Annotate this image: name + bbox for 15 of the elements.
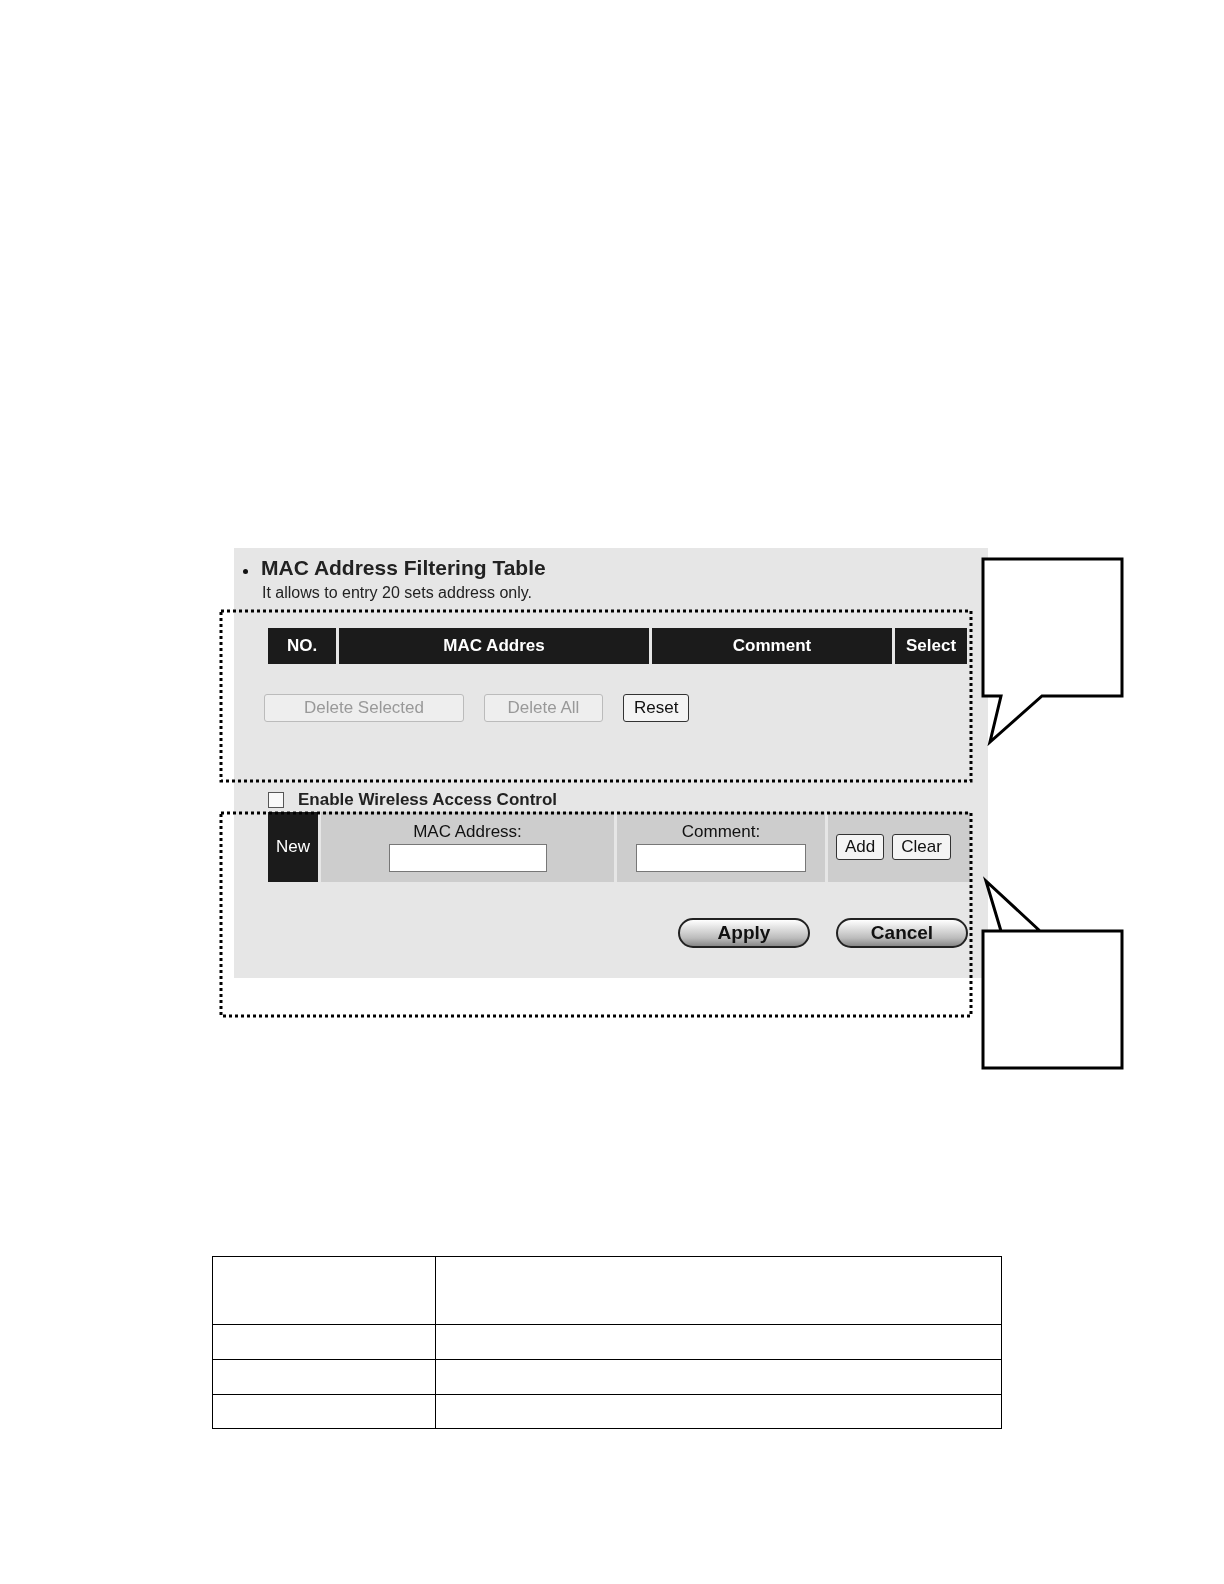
action-button[interactable]: Apply — [678, 918, 810, 948]
column-header: MAC Addres — [339, 628, 649, 664]
row-label: New — [268, 812, 318, 882]
panel-note: It allows to entry 20 sets address only. — [262, 584, 534, 602]
entry-button[interactable]: Add — [836, 834, 885, 860]
checkbox-label: Enable Wireless Access Control — [298, 790, 558, 810]
field-label: MAC Address: — [413, 822, 522, 842]
column-header: NO. — [268, 628, 336, 664]
entry-button[interactable]: Clear — [892, 834, 951, 860]
column-header: Select — [895, 628, 967, 664]
table-action-button[interactable]: Reset — [623, 694, 690, 722]
field-label: Comment: — [681, 822, 761, 842]
action-button[interactable]: Cancel — [836, 918, 968, 948]
column-header: Comment — [652, 628, 892, 664]
panel-title: MAC Address Filtering Table — [261, 556, 546, 580]
